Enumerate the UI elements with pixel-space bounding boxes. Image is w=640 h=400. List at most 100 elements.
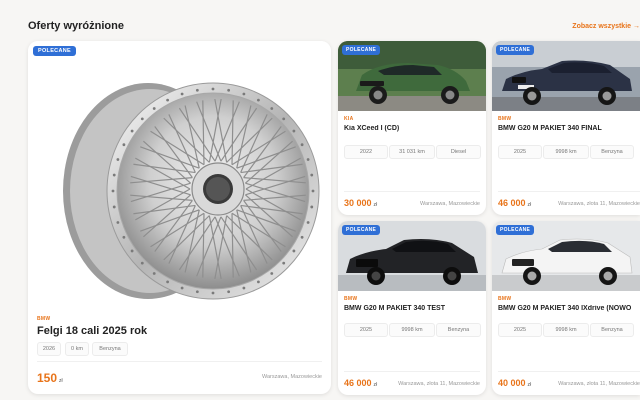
spec-mileage: 31 031 km <box>389 145 435 159</box>
card-divider <box>344 191 480 192</box>
spec-fuel: Benzyna <box>590 323 634 337</box>
listing-title: BMW G20 M PAKIET 340 TEST <box>344 305 445 312</box>
rim-bolt <box>311 189 315 193</box>
currency: zł <box>373 202 378 208</box>
listing-price: 46 000 zł <box>498 198 531 208</box>
card-divider <box>344 371 480 372</box>
rim-bolt <box>292 129 296 133</box>
rim-bolt <box>180 286 184 290</box>
rim-bolt <box>300 235 304 239</box>
rim-bolt <box>140 261 144 265</box>
rim-bolt <box>166 280 170 284</box>
listing-badge: POLECANE <box>342 225 381 235</box>
rim-bolt <box>282 117 286 121</box>
rim-bolt <box>122 235 126 239</box>
rim-bolt <box>140 117 144 121</box>
listing-location: Warszawa, złota 11, Mazowieckie <box>558 201 640 207</box>
rim-bolt <box>306 158 310 161</box>
rim-bolt <box>227 88 231 92</box>
section-header: Oferty wyróżnione Zobacz wszystkie → <box>0 0 640 40</box>
rim-bolt <box>270 107 274 110</box>
featured-spec-fuel: Benzyna <box>92 342 128 356</box>
spec-fuel: Benzyna <box>436 323 481 337</box>
price-value: 46 000 <box>498 198 526 208</box>
wheel-rim-image <box>28 41 331 311</box>
rim-bolt <box>116 221 120 224</box>
rim-bolt <box>227 290 231 294</box>
listing-title: BMW G20 M PAKIET 340 IXdrive (NOWO <box>498 305 632 312</box>
spec-year: 2025 <box>498 323 542 337</box>
rim-bolt <box>242 286 246 290</box>
listing-badge: POLECANE <box>496 45 535 55</box>
rim-bolt <box>242 92 246 96</box>
card-divider <box>498 371 640 372</box>
featured-spec-mileage: 0 km <box>65 342 89 356</box>
listing-brand: BMW <box>498 116 512 122</box>
price-value: 30 000 <box>344 198 372 208</box>
spec-year: 2025 <box>344 323 388 337</box>
listing-location: Warszawa, Mazowieckie <box>419 201 480 207</box>
rim-bolt <box>152 107 156 110</box>
listing-location: Warszawa, złota 11, Mazowieckie <box>398 381 480 387</box>
featured-spec-year: 2026 <box>37 342 61 356</box>
featured-price: 150 zł <box>37 371 63 385</box>
rim-bolt <box>122 143 126 147</box>
spec-year: 2025 <box>498 145 542 159</box>
rim-bolt <box>180 92 184 96</box>
listing-title: Kia XCeed I (CD) <box>344 125 400 132</box>
rim-bolt <box>306 221 310 224</box>
listing-price: 30 000 zł <box>344 198 377 208</box>
listing-title: BMW G20 M PAKIET 340 FINAL <box>498 125 602 132</box>
spec-fuel: Benzyna <box>590 145 634 159</box>
rim-bolt <box>256 98 260 102</box>
rim-bolt <box>292 249 296 253</box>
rim-bolt <box>211 291 215 295</box>
rim-bolt <box>310 205 314 209</box>
rim-bolt <box>112 205 116 209</box>
spec-fuel: Diesel <box>436 145 481 159</box>
section-title: Oferty wyróżnione <box>28 20 124 32</box>
listing-brand: BMW <box>498 296 512 302</box>
featured-listing-card[interactable]: POLECANE BMW Felgi 18 cali 2025 rok 2026… <box>28 41 331 394</box>
rim-bolt <box>300 143 304 147</box>
price-value: 46 000 <box>344 378 372 388</box>
listing-brand: BMW <box>344 296 358 302</box>
spec-mileage: 9998 km <box>543 323 589 337</box>
rim-bolt <box>195 290 199 294</box>
featured-currency: zł <box>59 378 63 384</box>
rim-bolt <box>130 129 134 133</box>
listing-card[interactable]: POLECANE BMW BMW G20 M PAKIET 340 TEST 2… <box>338 221 486 395</box>
listing-card[interactable]: POLECANE BMW BMW G20 M PAKIET 340 IXdriv… <box>492 221 640 395</box>
rim-bolt <box>282 261 286 265</box>
see-all-link[interactable]: Zobacz wszystkie → <box>572 23 640 30</box>
spec-mileage: 9998 km <box>543 145 589 159</box>
price-value: 40 000 <box>498 378 526 388</box>
rim-bolt <box>112 173 116 177</box>
listing-price: 40 000 zł <box>498 378 531 388</box>
featured-title: Felgi 18 cali 2025 rok <box>37 325 148 337</box>
listing-badge: POLECANE <box>496 225 535 235</box>
currency: zł <box>527 382 532 388</box>
listing-price: 46 000 zł <box>344 378 377 388</box>
currency: zł <box>373 382 378 388</box>
featured-price-value: 150 <box>37 371 58 385</box>
spec-year: 2022 <box>344 145 388 159</box>
featured-divider <box>37 361 322 362</box>
featured-brand: BMW <box>37 316 51 322</box>
rim-bolt <box>211 87 215 91</box>
featured-location: Warszawa, Mazowieckie <box>261 374 322 380</box>
listing-brand: KIA <box>344 116 354 122</box>
rim-bolt <box>116 158 120 161</box>
rim-bolt <box>195 88 199 92</box>
listing-location: Warszawa, złota 11, Mazowieckie <box>558 381 640 387</box>
listing-card[interactable]: POLECANE KIA Kia XCeed I (CD) 2022 31 03… <box>338 41 486 215</box>
rim-bolt <box>310 173 314 177</box>
listing-card[interactable]: POLECANE BMW BMW G20 M PAKIET 340 FINAL … <box>492 41 640 215</box>
currency: zł <box>527 202 532 208</box>
rim-bolt <box>256 280 260 284</box>
rim-bolt <box>130 249 134 253</box>
featured-badge: POLECANE <box>33 46 76 56</box>
card-divider <box>498 191 640 192</box>
rim-bolt <box>270 272 274 275</box>
listing-badge: POLECANE <box>342 45 381 55</box>
